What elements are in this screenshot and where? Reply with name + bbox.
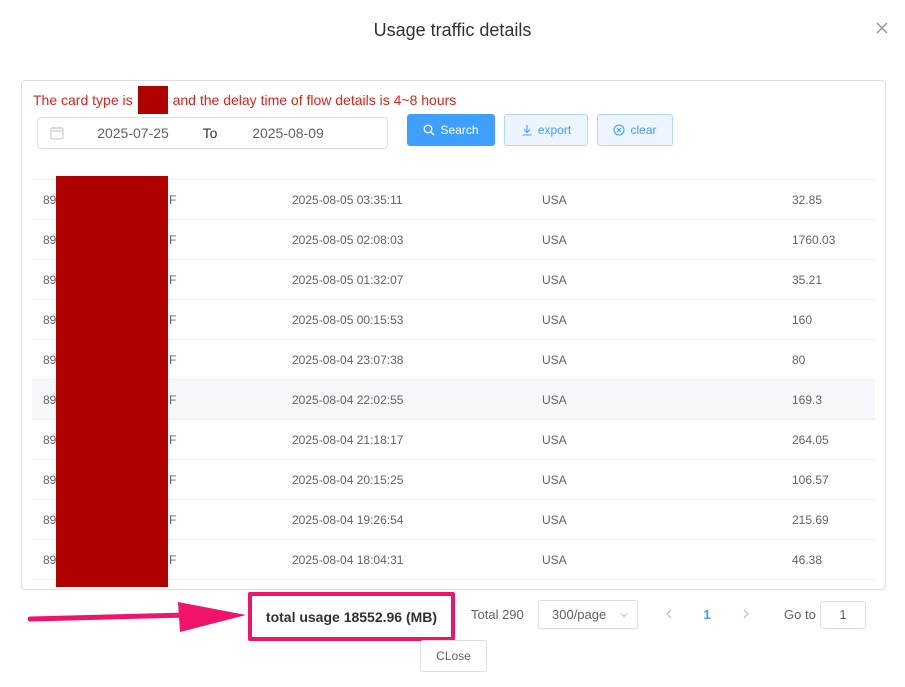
goto-page-input[interactable]: 1 bbox=[820, 601, 866, 629]
search-button[interactable]: Search bbox=[407, 114, 495, 146]
clear-button-label: clear bbox=[630, 123, 657, 137]
date-separator: To bbox=[202, 125, 218, 141]
cell-time: 2025-08-05 02:08:03 bbox=[292, 233, 404, 247]
cell-iccid: 89 bbox=[43, 233, 57, 247]
search-button-label: Search bbox=[440, 123, 479, 137]
pagination-page-1[interactable]: 1 bbox=[698, 607, 716, 622]
end-date-input[interactable]: 2025-08-09 bbox=[233, 125, 343, 141]
cell-iccid-suffix: F bbox=[169, 553, 177, 567]
cell-usage: 106.57 bbox=[792, 473, 829, 487]
start-date-input[interactable]: 2025-07-25 bbox=[78, 125, 188, 141]
total-count: Total 290 bbox=[471, 607, 524, 622]
cell-iccid-suffix: F bbox=[169, 393, 177, 407]
card-type-notice: The card type is and the delay time of f… bbox=[33, 85, 456, 115]
cell-time: 2025-08-04 23:07:38 bbox=[292, 353, 404, 367]
cell-usage: 46.38 bbox=[792, 553, 823, 567]
cell-country: USA bbox=[542, 353, 567, 367]
chevron-left-icon[interactable] bbox=[663, 608, 675, 620]
dialog-title: Usage traffic details bbox=[373, 20, 532, 40]
cell-time: 2025-08-04 20:15:25 bbox=[292, 473, 404, 487]
cell-usage: 35.21 bbox=[792, 273, 823, 287]
cell-time: 2025-08-05 00:15:53 bbox=[292, 313, 404, 327]
cell-time: 2025-08-04 18:04:31 bbox=[292, 553, 404, 567]
cell-iccid: 89 bbox=[43, 313, 57, 327]
cell-usage: 32.85 bbox=[792, 193, 823, 207]
cell-iccid-suffix: F bbox=[169, 473, 177, 487]
cell-country: USA bbox=[542, 193, 567, 207]
cell-country: USA bbox=[542, 313, 567, 327]
notice-text-before: The card type is bbox=[33, 92, 133, 108]
total-usage-summary: total usage 18552.96 (MB) bbox=[248, 592, 455, 641]
page-size-value: 300/page bbox=[552, 607, 607, 622]
chevron-down-icon bbox=[620, 613, 628, 618]
clear-circle-icon bbox=[613, 124, 626, 136]
cell-usage: 1760.03 bbox=[792, 233, 836, 247]
cell-time: 2025-08-04 22:02:55 bbox=[292, 393, 404, 407]
cell-country: USA bbox=[542, 513, 567, 527]
cell-iccid-suffix: F bbox=[169, 273, 177, 287]
redacted-card-type bbox=[137, 86, 168, 114]
chevron-right-icon[interactable] bbox=[740, 608, 752, 620]
cell-time: 2025-08-05 03:35:11 bbox=[292, 193, 403, 207]
cell-usage: 169.3 bbox=[792, 393, 823, 407]
notice-text-after: and the delay time of flow details is 4~… bbox=[172, 92, 457, 108]
cell-usage: 215.69 bbox=[792, 513, 829, 527]
clear-button[interactable]: clear bbox=[597, 114, 673, 146]
cell-iccid: 89 bbox=[43, 473, 57, 487]
cell-country: USA bbox=[542, 473, 567, 487]
cell-iccid: 89 bbox=[43, 433, 57, 447]
cell-country: USA bbox=[542, 553, 567, 567]
cell-time: 2025-08-04 19:26:54 bbox=[292, 513, 404, 527]
cell-usage: 80 bbox=[792, 353, 806, 367]
cell-time: 2025-08-04 21:18:17 bbox=[292, 433, 404, 447]
close-icon[interactable] bbox=[873, 19, 891, 37]
redacted-iccid-column bbox=[56, 176, 168, 587]
calendar-icon bbox=[50, 127, 64, 140]
cell-iccid-suffix: F bbox=[169, 513, 177, 527]
arrow-right-icon bbox=[28, 602, 246, 632]
download-icon bbox=[522, 125, 532, 136]
cell-time: 2025-08-05 01:32:07 bbox=[292, 273, 404, 287]
cell-iccid-suffix: F bbox=[169, 313, 177, 327]
cell-iccid: 89 bbox=[43, 193, 57, 207]
cell-iccid-suffix: F bbox=[169, 233, 177, 247]
cell-country: USA bbox=[542, 233, 567, 247]
goto-label: Go to bbox=[784, 607, 816, 622]
cell-iccid-suffix: F bbox=[169, 433, 177, 447]
export-button[interactable]: export bbox=[504, 114, 588, 146]
cell-iccid: 89 bbox=[43, 553, 57, 567]
cell-iccid: 89 bbox=[43, 353, 57, 367]
cell-iccid: 89 bbox=[43, 393, 57, 407]
cell-iccid-suffix: F bbox=[169, 353, 177, 367]
page-size-select[interactable]: 300/page bbox=[538, 600, 638, 629]
search-icon bbox=[424, 124, 435, 136]
cell-usage: 160 bbox=[792, 313, 813, 327]
cell-usage: 264.05 bbox=[792, 433, 829, 447]
cell-iccid-suffix: F bbox=[169, 193, 177, 207]
cell-iccid: 89 bbox=[43, 513, 57, 527]
export-button-label: export bbox=[537, 123, 572, 137]
date-range-picker[interactable]: 2025-07-25 To 2025-08-09 bbox=[37, 117, 388, 149]
cell-iccid: 89 bbox=[43, 273, 57, 287]
close-button[interactable]: CLose bbox=[420, 640, 487, 672]
cell-country: USA bbox=[542, 393, 567, 407]
cell-country: USA bbox=[542, 433, 567, 447]
cell-country: USA bbox=[542, 273, 567, 287]
